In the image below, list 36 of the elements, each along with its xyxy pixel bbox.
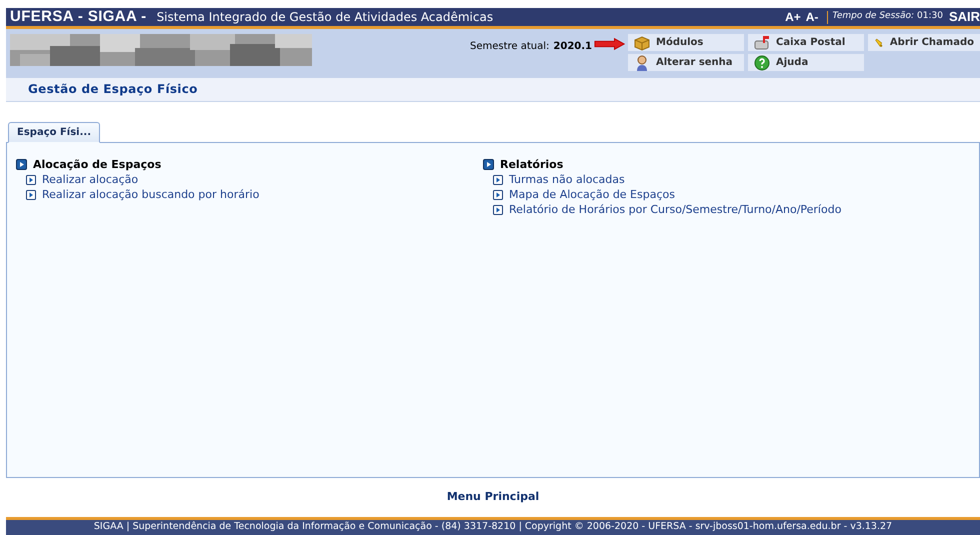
logout-link[interactable]: SAIR: [948, 7, 980, 27]
play-bullet-icon: [493, 175, 503, 186]
play-bullet-icon: [493, 205, 503, 216]
page-title: Gestão de Espaço Físico: [28, 81, 198, 98]
system-title: Sistema Integrado de Gestão de Atividades Acadêmicas: [156, 9, 494, 26]
box-icon: [634, 34, 650, 50]
tab[interactable]: Espaço Físi...: [8, 122, 100, 143]
play-bullet-icon: [26, 190, 36, 200]
play-bullet-icon: [483, 159, 494, 170]
menu-link[interactable]: Turmas não alocadas: [509, 172, 625, 189]
header-button[interactable]: Caixa Postal: [748, 34, 864, 51]
menu-link[interactable]: Realizar alocação: [42, 172, 138, 189]
header-button[interactable]: Alterar senha: [628, 54, 744, 71]
semester-label: Semestre atual:: [470, 40, 550, 54]
header-button[interactable]: Módulos: [628, 34, 744, 51]
header-button[interactable]: Abrir Chamado: [868, 34, 980, 51]
menu-link[interactable]: Mapa de Alocação de Espaços: [509, 187, 675, 204]
section-title: Alocação de Espaços: [33, 156, 162, 173]
person-icon: [634, 54, 650, 70]
main-menu-link[interactable]: Menu Principal: [446, 489, 540, 506]
semester-value: 2020.1: [553, 40, 592, 54]
play-bullet-icon: [493, 190, 503, 200]
play-bullet-icon: [16, 159, 27, 170]
help-icon: [754, 54, 770, 70]
menu-link[interactable]: Relatório de Horários por Curso/Semestre/Turno/Ano/Período: [509, 202, 842, 219]
header-button[interactable]: Ajuda: [748, 54, 864, 71]
mailbox-icon: [754, 34, 770, 50]
font-size-link[interactable]: A+: [785, 8, 801, 26]
section-title: Relatórios: [500, 156, 564, 173]
play-bullet-icon: [26, 175, 36, 186]
system-name: UFERSA - SIGAA -: [9, 6, 147, 27]
session-time: 01:30: [917, 10, 943, 24]
footer-text: SIGAA | Superintendência de Tecnologia da Informação e Comunicação - (84) 3317-8210 | Copyright © 2006-2020 - UFERSA - srv-jboss01-hom.ufersa.edu.br - v3.13.27: [94, 520, 892, 534]
menu-link[interactable]: Realizar alocação buscando por horário: [42, 187, 260, 204]
font-size-link[interactable]: A-: [806, 8, 818, 26]
session-label: Tempo de Sessão:: [832, 10, 914, 24]
